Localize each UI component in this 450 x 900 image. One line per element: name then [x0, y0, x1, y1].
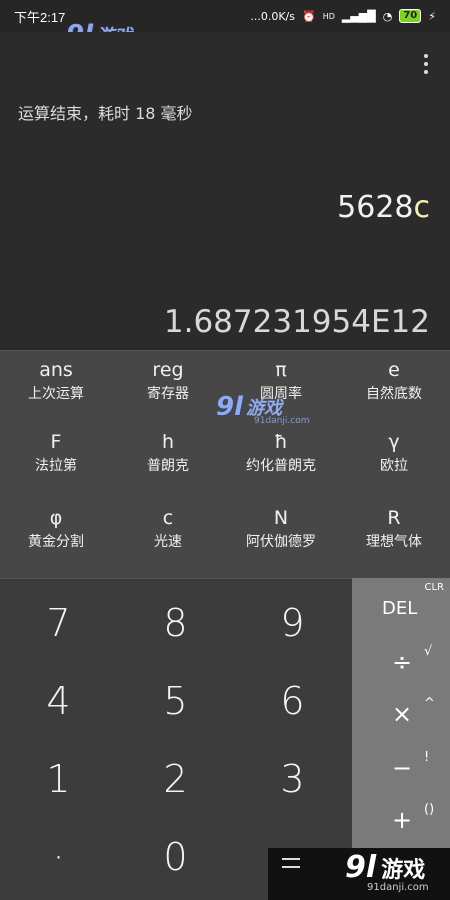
- equals-icon[interactable]: [282, 858, 300, 868]
- expression-constant: c: [413, 190, 431, 225]
- display-area: 运算结束，耗时 18 毫秒 5628c 1.687231954E12: [0, 32, 450, 350]
- clear-button[interactable]: CLR: [424, 582, 444, 593]
- const-symbol: N: [273, 507, 289, 529]
- const-label: 自然底数: [366, 386, 422, 402]
- const-reg[interactable]: reg 寄存器: [112, 359, 224, 403]
- watermark-logo: 9l 游戏 91danji.com: [345, 850, 429, 893]
- const-label: 欧拉: [380, 458, 408, 474]
- key-1[interactable]: 1: [0, 757, 117, 801]
- plus-button[interactable]: +: [392, 806, 412, 834]
- const-label: 寄存器: [147, 386, 189, 402]
- const-symbol: h: [161, 431, 175, 453]
- const-label: 普朗克: [147, 458, 189, 474]
- const-label: 上次运算: [28, 386, 84, 402]
- expression-display[interactable]: 5628c: [337, 190, 430, 225]
- const-symbol: π: [275, 359, 287, 381]
- key-6[interactable]: 6: [234, 679, 351, 723]
- clock: 下午2:17: [14, 9, 66, 25]
- const-symbol: F: [50, 431, 62, 453]
- key-5[interactable]: 5: [117, 679, 234, 723]
- key-3[interactable]: 3: [234, 757, 351, 801]
- key-7[interactable]: 7: [0, 601, 117, 645]
- const-symbol: R: [387, 507, 401, 529]
- watermark-logo-text: 游戏: [381, 858, 426, 883]
- const-e[interactable]: e 自然底数: [338, 359, 450, 403]
- const-label: 黄金分割: [28, 534, 84, 550]
- key-9[interactable]: 9: [234, 601, 351, 645]
- watermark-logo-mark: 9l: [345, 850, 377, 885]
- const-label: 光速: [154, 534, 182, 550]
- key-8[interactable]: 8: [117, 601, 234, 645]
- const-symbol: φ: [49, 507, 63, 529]
- const-symbol: ħ: [274, 431, 288, 453]
- overflow-menu-icon[interactable]: [424, 54, 430, 74]
- const-symbol: reg: [152, 359, 184, 381]
- key-2[interactable]: 2: [117, 757, 234, 801]
- const-faraday[interactable]: F 法拉第: [0, 431, 112, 475]
- const-symbol: γ: [388, 431, 400, 453]
- const-label: 法拉第: [35, 458, 77, 474]
- hd-icon: HD: [322, 11, 335, 21]
- factorial-button[interactable]: !: [424, 750, 429, 765]
- const-golden-ratio[interactable]: φ 黄金分割: [0, 507, 112, 551]
- key-4[interactable]: 4: [0, 679, 117, 723]
- battery-icon: 70: [399, 9, 422, 23]
- const-euler[interactable]: γ 欧拉: [338, 431, 450, 475]
- const-light-speed[interactable]: c 光速: [112, 507, 224, 551]
- const-symbol: ans: [39, 359, 73, 381]
- alarm-icon: ⏰: [302, 9, 316, 23]
- sqrt-button[interactable]: √: [424, 644, 432, 659]
- power-button[interactable]: ^: [424, 696, 435, 711]
- watermark-url: 91danji.com: [367, 882, 429, 893]
- const-label: 理想气体: [366, 534, 422, 550]
- charging-icon: ⚡: [428, 9, 436, 23]
- result-display: 1.687231954E12: [163, 304, 430, 340]
- wifi-icon: ◔: [382, 9, 393, 23]
- const-reduced-planck[interactable]: ħ 约化普朗克: [225, 431, 337, 475]
- multiply-button[interactable]: ×: [392, 700, 412, 728]
- const-planck[interactable]: h 普朗克: [112, 431, 224, 475]
- signal-icon: ▂▄▆█: [341, 9, 376, 23]
- const-label: 阿伏伽德罗: [246, 534, 316, 550]
- expression-number: 5628: [337, 190, 414, 225]
- const-avogadro[interactable]: N 阿伏伽德罗: [225, 507, 337, 551]
- const-symbol: c: [162, 507, 174, 529]
- parens-button[interactable]: (): [424, 802, 434, 817]
- key-0[interactable]: 0: [117, 835, 234, 879]
- const-gas[interactable]: R 理想气体: [338, 507, 450, 551]
- key-decimal[interactable]: ·: [0, 835, 117, 879]
- const-symbol: e: [388, 359, 400, 381]
- delete-button[interactable]: DEL: [382, 598, 417, 619]
- const-ans[interactable]: ans 上次运算: [0, 359, 112, 403]
- minus-button[interactable]: −: [392, 754, 412, 782]
- watermark-logo-mark: 9l: [216, 392, 244, 422]
- const-label: 约化普朗克: [246, 458, 316, 474]
- status-message: 运算结束，耗时 18 毫秒: [18, 104, 193, 123]
- watermark-url: 91danji.com: [254, 416, 310, 426]
- network-speed: ...0.0K/s: [250, 9, 295, 23]
- constants-panel: ans 上次运算 reg 寄存器 π 圆周率 e 自然底数 F 法拉第 h 普朗…: [0, 350, 450, 578]
- watermark-logo: 9l 游戏 91danji.com: [216, 392, 309, 426]
- divide-button[interactable]: ÷: [392, 648, 412, 676]
- operator-panel: CLR DEL ÷ √ × ^ − ! + (): [352, 578, 450, 848]
